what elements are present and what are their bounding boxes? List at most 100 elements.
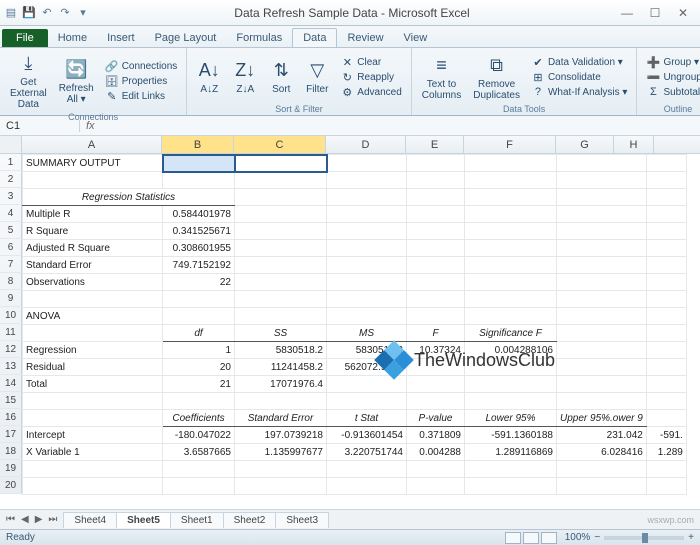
cell-H13[interactable]: [646, 359, 686, 376]
cell-G9[interactable]: [557, 291, 647, 308]
cell-B11[interactable]: df: [163, 325, 235, 342]
cell-G16[interactable]: Upper 95%.ower 9: [557, 410, 647, 427]
cell-F13[interactable]: [465, 359, 557, 376]
row-header-11[interactable]: 11: [0, 324, 22, 341]
cell-F15[interactable]: [465, 393, 557, 410]
select-all-corner[interactable]: [0, 136, 22, 154]
cell-G6[interactable]: [557, 240, 647, 257]
cell-A5[interactable]: R Square: [23, 223, 163, 240]
cell-A3[interactable]: Regression Statistics: [23, 189, 235, 206]
redo-icon[interactable]: ↷: [58, 6, 72, 20]
row-header-1[interactable]: 1: [0, 154, 22, 171]
cell-E1[interactable]: [407, 155, 465, 172]
cell-C19[interactable]: [235, 461, 327, 478]
cell-E20[interactable]: [407, 478, 465, 495]
row-header-8[interactable]: 8: [0, 273, 22, 290]
cell-B17[interactable]: -180.047022: [163, 427, 235, 444]
cell-H1[interactable]: [646, 155, 686, 172]
cell-C9[interactable]: [235, 291, 327, 308]
cell-E13[interactable]: [407, 359, 465, 376]
sheet-tab-sheet2[interactable]: Sheet2: [223, 512, 277, 528]
row-header-4[interactable]: 4: [0, 205, 22, 222]
cell-C1[interactable]: [235, 155, 327, 172]
minimize-button[interactable]: —: [614, 4, 640, 22]
cell-D17[interactable]: -0.913601454: [327, 427, 407, 444]
row-header-3[interactable]: 3: [0, 188, 22, 205]
cell-C6[interactable]: [235, 240, 327, 257]
cell-G5[interactable]: [557, 223, 647, 240]
cell-H11[interactable]: [646, 325, 686, 342]
cell-A10[interactable]: ANOVA: [23, 308, 163, 325]
cell-A15[interactable]: [23, 393, 163, 410]
tab-formulas[interactable]: Formulas: [226, 29, 292, 47]
col-header-E[interactable]: E: [406, 136, 464, 153]
cell-B15[interactable]: [163, 393, 235, 410]
cell-H14[interactable]: [646, 376, 686, 393]
cell-E12[interactable]: 10.37324: [407, 342, 465, 359]
cell-D7[interactable]: [327, 257, 407, 274]
cell-E8[interactable]: [407, 274, 465, 291]
cell-H8[interactable]: [646, 274, 686, 291]
edit-links-button[interactable]: ✎Edit Links: [102, 89, 181, 103]
cell-A7[interactable]: Standard Error: [23, 257, 163, 274]
row-header-9[interactable]: 9: [0, 290, 22, 307]
cell-A11[interactable]: [23, 325, 163, 342]
properties-button[interactable]: 🗄Properties: [102, 74, 181, 88]
cell-F8[interactable]: [465, 274, 557, 291]
cell-A8[interactable]: Observations: [23, 274, 163, 291]
advanced-button[interactable]: ⚙Advanced: [337, 85, 404, 99]
cell-B5[interactable]: 0.341525671: [163, 223, 235, 240]
cell-F1[interactable]: [465, 155, 557, 172]
group-button[interactable]: ➕Group ▾: [643, 55, 700, 69]
cell-B12[interactable]: 1: [163, 342, 235, 359]
row-header-2[interactable]: 2: [0, 171, 22, 188]
cell-D16[interactable]: t Stat: [327, 410, 407, 427]
cell-C13[interactable]: 11241458.2: [235, 359, 327, 376]
cell-G13[interactable]: [557, 359, 647, 376]
cell-G15[interactable]: [557, 393, 647, 410]
cell-G12[interactable]: [557, 342, 647, 359]
row-header-13[interactable]: 13: [0, 358, 22, 375]
cell-D10[interactable]: [327, 308, 407, 325]
cell-B8[interactable]: 22: [163, 274, 235, 291]
connections-button[interactable]: 🔗Connections: [102, 59, 181, 73]
cell-A13[interactable]: Residual: [23, 359, 163, 376]
row-headers[interactable]: 1234567891011121314151617181920: [0, 154, 22, 494]
cell-C11[interactable]: SS: [235, 325, 327, 342]
cell-H10[interactable]: [646, 308, 686, 325]
cell-B6[interactable]: 0.308601955: [163, 240, 235, 257]
row-header-19[interactable]: 19: [0, 460, 22, 477]
cell-E2[interactable]: [407, 172, 465, 189]
cell-C18[interactable]: 1.135997677: [235, 444, 327, 461]
filter-button[interactable]: ▽Filter: [301, 57, 333, 97]
sheet-tab-sheet1[interactable]: Sheet1: [170, 512, 224, 528]
tab-review[interactable]: Review: [337, 29, 393, 47]
tab-view[interactable]: View: [394, 29, 438, 47]
col-header-H[interactable]: H: [614, 136, 654, 153]
cell-G7[interactable]: [557, 257, 647, 274]
cell-F2[interactable]: [465, 172, 557, 189]
cell-F14[interactable]: [465, 376, 557, 393]
column-headers[interactable]: ABCDEFGH: [22, 136, 700, 154]
cell-D12[interactable]: 5830518.2: [327, 342, 407, 359]
cell-H4[interactable]: [646, 206, 686, 223]
cell-E16[interactable]: P-value: [407, 410, 465, 427]
cell-D1[interactable]: [327, 155, 407, 172]
cell-C4[interactable]: [235, 206, 327, 223]
cell-F12[interactable]: 0.004288106: [465, 342, 557, 359]
cell-D14[interactable]: [327, 376, 407, 393]
cell-F3[interactable]: [465, 189, 557, 206]
cell-G3[interactable]: [557, 189, 647, 206]
col-header-C[interactable]: C: [234, 136, 326, 153]
cell-G1[interactable]: [557, 155, 647, 172]
cell-D4[interactable]: [327, 206, 407, 223]
cell-C2[interactable]: [235, 172, 327, 189]
cell-C16[interactable]: Standard Error: [235, 410, 327, 427]
cell-B20[interactable]: [163, 478, 235, 495]
cell-A9[interactable]: [23, 291, 163, 308]
cell-D18[interactable]: 3.220751744: [327, 444, 407, 461]
cell-A1[interactable]: SUMMARY OUTPUT: [23, 155, 163, 172]
zoom-slider[interactable]: 100%−+: [565, 532, 694, 543]
cell-C17[interactable]: 197.0739218: [235, 427, 327, 444]
name-box[interactable]: C1: [0, 120, 80, 132]
